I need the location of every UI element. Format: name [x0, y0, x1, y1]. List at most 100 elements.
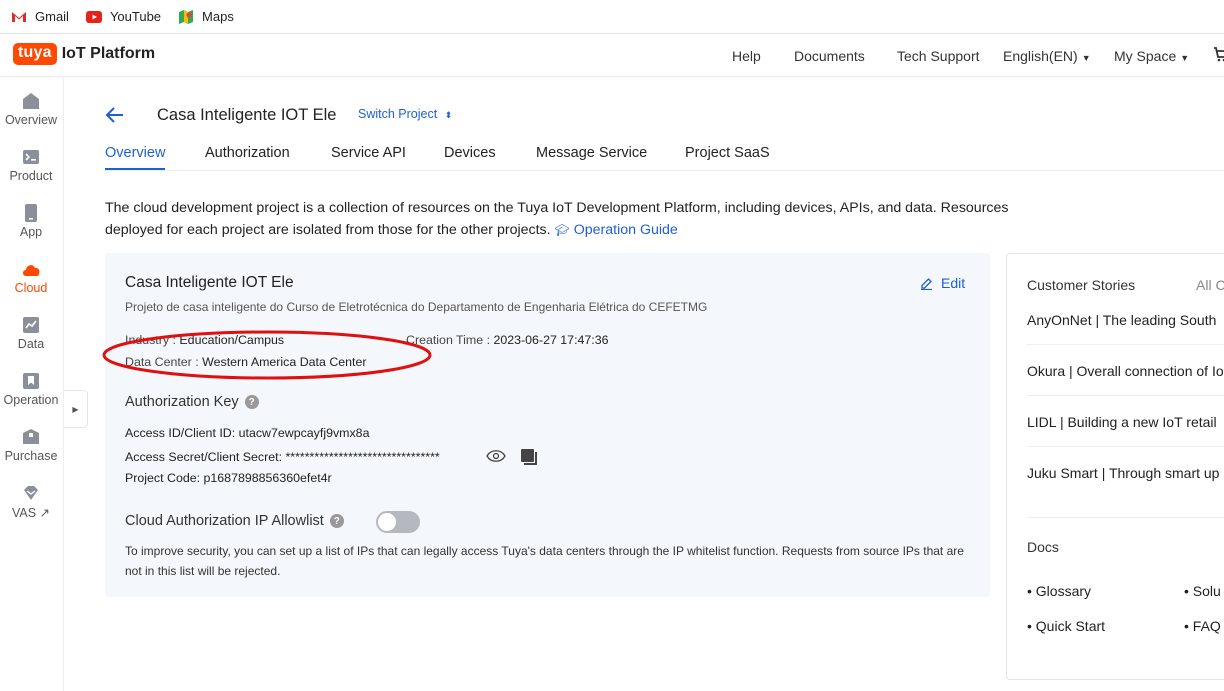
ip-allowlist-title: Cloud Authorization IP Allowlist: [125, 513, 324, 529]
sidebar-item-app[interactable]: App: [0, 204, 62, 239]
nav-language[interactable]: English(EN) ▼: [1003, 48, 1091, 64]
sidebar-collapse-toggle[interactable]: ▶: [64, 390, 88, 428]
intro-text: The cloud development project is a colle…: [105, 197, 1045, 241]
tab-service-api[interactable]: Service API: [331, 145, 406, 161]
access-id: Access ID/Client ID: utacw7ewpcayfj9vmx8…: [125, 426, 370, 440]
story-link[interactable]: AnyOnNet | The leading South: [1027, 312, 1224, 328]
chart-icon: [23, 317, 39, 333]
doc-link[interactable]: • Solu: [1184, 583, 1221, 599]
home-icon: [23, 93, 39, 109]
tab-overview[interactable]: Overview: [105, 145, 165, 161]
terminal-icon: [23, 150, 39, 164]
graduation-cap-icon: 🎓︎: [554, 223, 570, 237]
top-navigation: tuya IoT Platform Help Documents Tech Su…: [0, 34, 1224, 77]
external-link-icon: ↗: [36, 506, 51, 520]
tab-authorization[interactable]: Authorization: [205, 145, 290, 161]
help-icon[interactable]: ?: [244, 395, 259, 409]
ip-allowlist-section: Cloud Authorization IP Allowlist ?: [125, 513, 344, 529]
sidebar-item-overview[interactable]: Overview: [0, 92, 62, 127]
all-stories-link[interactable]: All C: [1196, 277, 1224, 293]
nav-my-space[interactable]: My Space ▼: [1114, 48, 1189, 64]
ip-allowlist-note: To improve security, you can set up a li…: [125, 544, 964, 578]
box-icon: [23, 429, 39, 444]
caret-down-icon: ▼: [1081, 52, 1091, 63]
bookmarks-bar: Gmail YouTube Maps: [0, 0, 1224, 34]
sidebar: Overview Product App Cloud Data Operatio…: [0, 78, 64, 691]
bookmark-icon: [23, 373, 39, 389]
divider: [1027, 517, 1224, 518]
phone-icon: [25, 204, 37, 222]
doc-link[interactable]: • FAQ: [1184, 618, 1221, 634]
nav-links: Help Documents Tech Support English(EN) ▼…: [0, 34, 1224, 77]
eye-icon[interactable]: [486, 449, 506, 468]
sidebar-item-cloud[interactable]: Cloud: [0, 260, 62, 295]
red-annotation-ellipse: [102, 330, 432, 380]
sidebar-item-product[interactable]: Product: [0, 148, 62, 183]
youtube-icon: [85, 10, 102, 23]
bookmark-maps[interactable]: Maps: [178, 9, 234, 25]
bookmark-label: Maps: [202, 9, 234, 24]
nav-language-label: English(EN): [1003, 47, 1078, 64]
doc-label: Glossary: [1035, 583, 1092, 599]
operation-guide-link[interactable]: 🎓︎ Operation Guide: [555, 222, 678, 238]
sidebar-item-label: Operation: [3, 393, 59, 407]
creation-time-value: 2023-06-27 17:47:36: [493, 333, 609, 347]
bookmark-label: YouTube: [109, 9, 162, 24]
sidebar-item-vas[interactable]: VAS ↗: [0, 484, 62, 520]
project-info-card: Casa Inteligente IOT Ele Projeto de casa…: [102, 253, 990, 597]
creation-time-row: Creation Time : 2023-06-27 17:47:36: [406, 333, 609, 347]
divider: [1027, 344, 1224, 345]
pencil-icon: [921, 277, 932, 290]
sidebar-item-label: App: [19, 225, 43, 239]
doc-label: FAQ: [1192, 618, 1221, 634]
caret-down-icon: ▼: [1180, 52, 1190, 63]
edit-label: Edit: [941, 275, 966, 291]
back-arrow-icon[interactable]: [105, 105, 125, 130]
project-code: Project Code: p1687898856360efet4r: [125, 471, 332, 485]
gmail-icon: [12, 11, 26, 22]
card-project-description: Projeto de casa inteligente do Curso de …: [125, 300, 708, 314]
sidebar-item-label: Purchase: [4, 449, 58, 463]
sidebar-item-data[interactable]: Data: [0, 316, 62, 351]
sidebar-item-purchase[interactable]: Purchase: [0, 428, 62, 463]
bookmark-youtube[interactable]: YouTube: [85, 9, 162, 24]
doc-link[interactable]: • Quick Start: [1027, 618, 1105, 634]
story-link[interactable]: Okura | Overall connection of Io: [1027, 363, 1224, 379]
help-icon[interactable]: ?: [329, 514, 344, 528]
sidebar-item-label: Product: [9, 169, 53, 183]
card-project-title: Casa Inteligente IOT Ele: [125, 274, 294, 291]
story-link[interactable]: Juku Smart | Through smart up: [1027, 465, 1224, 481]
diamond-icon: [24, 486, 38, 500]
authorization-key-section: Authorization Key ?: [125, 394, 259, 410]
caret-right-icon: ▶: [72, 404, 79, 414]
copy-icon[interactable]: [520, 448, 538, 471]
nav-my-space-label: My Space: [1114, 47, 1177, 64]
edit-button[interactable]: Edit: [920, 275, 965, 291]
tab-devices[interactable]: Devices: [444, 145, 496, 161]
switch-project-label: Switch Project: [358, 107, 438, 121]
doc-label: Solu: [1192, 583, 1221, 599]
ip-allowlist-toggle[interactable]: [376, 511, 420, 533]
story-link[interactable]: LIDL | Building a new IoT retail: [1027, 414, 1224, 430]
cart-icon[interactable]: [1213, 46, 1224, 65]
bookmark-gmail[interactable]: Gmail: [11, 9, 69, 24]
nav-documents[interactable]: Documents: [794, 48, 865, 64]
sort-icon: ⬍: [444, 110, 453, 120]
access-secret: Access Secret/Client Secret: ***********…: [125, 450, 440, 464]
divider: [1027, 446, 1224, 447]
divider: [1027, 395, 1224, 396]
switch-project-button[interactable]: Switch Project ⬍: [358, 107, 452, 121]
nav-help[interactable]: Help: [732, 48, 761, 64]
right-panel: Customer Stories All C AnyOnNet | The le…: [1006, 253, 1224, 680]
tab-project-saas[interactable]: Project SaaS: [685, 145, 770, 161]
docs-title: Docs: [1027, 539, 1059, 555]
doc-link[interactable]: • Glossary: [1027, 583, 1091, 599]
sidebar-item-label: Cloud: [14, 281, 48, 295]
sidebar-item-label: VAS: [11, 506, 37, 520]
tab-message-service[interactable]: Message Service: [536, 145, 647, 161]
bookmark-label: Gmail: [35, 9, 69, 24]
maps-icon: [179, 9, 194, 24]
authorization-key-title: Authorization Key: [125, 394, 239, 410]
nav-tech-support[interactable]: Tech Support: [897, 48, 980, 64]
sidebar-item-operation[interactable]: Operation: [0, 372, 62, 407]
